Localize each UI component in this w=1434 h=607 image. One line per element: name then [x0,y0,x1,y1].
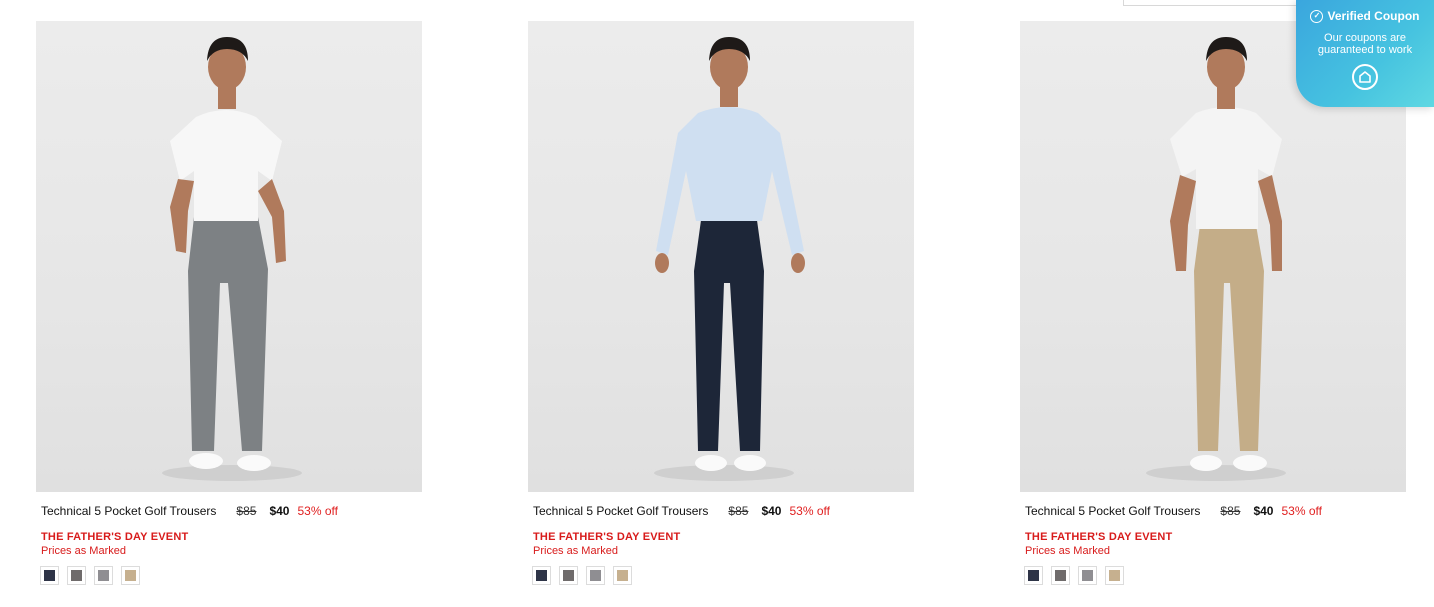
color-swatches [532,566,914,585]
original-price: $85 [728,504,749,518]
product-image[interactable] [528,21,914,492]
coupon-title: Verified Coupon [1327,9,1420,23]
promo-note: Prices as Marked [41,545,126,557]
color-swatch-navy[interactable] [40,566,59,585]
product-image[interactable] [36,21,422,492]
verified-coupon-widget[interactable]: ✓ Verified Coupon Our coupons are guaran… [1296,0,1434,107]
model-figure [654,37,805,481]
product-info-row: Technical 5 Pocket Golf Trousers $85 $40… [533,504,914,518]
color-swatch-khaki[interactable] [613,566,632,585]
coupon-header: ✓ Verified Coupon [1296,9,1434,23]
product-grid: Technical 5 Pocket Golf Trousers $85 $40… [0,0,1434,607]
coupon-logo-icon[interactable] [1352,64,1378,90]
promo-event-label: THE FATHER'S DAY EVENT [41,531,189,543]
product-title[interactable]: Technical 5 Pocket Golf Trousers [1025,504,1200,518]
product-info-row: Technical 5 Pocket Golf Trousers $85 $40… [1025,504,1406,518]
discount-label: 53% off [789,504,830,518]
color-swatch-khaki[interactable] [121,566,140,585]
color-swatch-khaki[interactable] [1105,566,1124,585]
color-swatch-charcoal[interactable] [1051,566,1070,585]
discount-label: 53% off [1281,504,1322,518]
model-figure [162,37,302,481]
color-swatch-grey[interactable] [94,566,113,585]
promo-event-label: THE FATHER'S DAY EVENT [1025,531,1173,543]
check-circle-icon: ✓ [1310,9,1324,23]
color-swatch-navy[interactable] [1024,566,1043,585]
promo-event-label: THE FATHER'S DAY EVENT [533,531,681,543]
discount-label: 53% off [297,504,338,518]
product-title[interactable]: Technical 5 Pocket Golf Trousers [533,504,708,518]
color-swatch-grey[interactable] [1078,566,1097,585]
trousers [694,213,764,451]
sale-price: $40 [269,504,290,518]
trousers [1194,225,1264,451]
trousers [188,217,268,451]
product-card[interactable]: Technical 5 Pocket Golf Trousers $85 $40… [36,21,422,585]
sale-price: $40 [1253,504,1274,518]
product-info-row: Technical 5 Pocket Golf Trousers $85 $40… [41,504,422,518]
color-swatch-grey[interactable] [586,566,605,585]
promo-note: Prices as Marked [1025,545,1110,557]
color-swatches [40,566,422,585]
promo-note: Prices as Marked [533,545,618,557]
color-swatch-charcoal[interactable] [67,566,86,585]
product-title[interactable]: Technical 5 Pocket Golf Trousers [41,504,216,518]
coupon-description: Our coupons are guaranteed to work [1317,32,1413,56]
original-price: $85 [1220,504,1241,518]
sale-price: $40 [761,504,782,518]
color-swatch-navy[interactable] [532,566,551,585]
color-swatches [1024,566,1406,585]
color-swatch-charcoal[interactable] [559,566,578,585]
original-price: $85 [236,504,257,518]
product-card[interactable]: Technical 5 Pocket Golf Trousers $85 $40… [528,21,914,585]
